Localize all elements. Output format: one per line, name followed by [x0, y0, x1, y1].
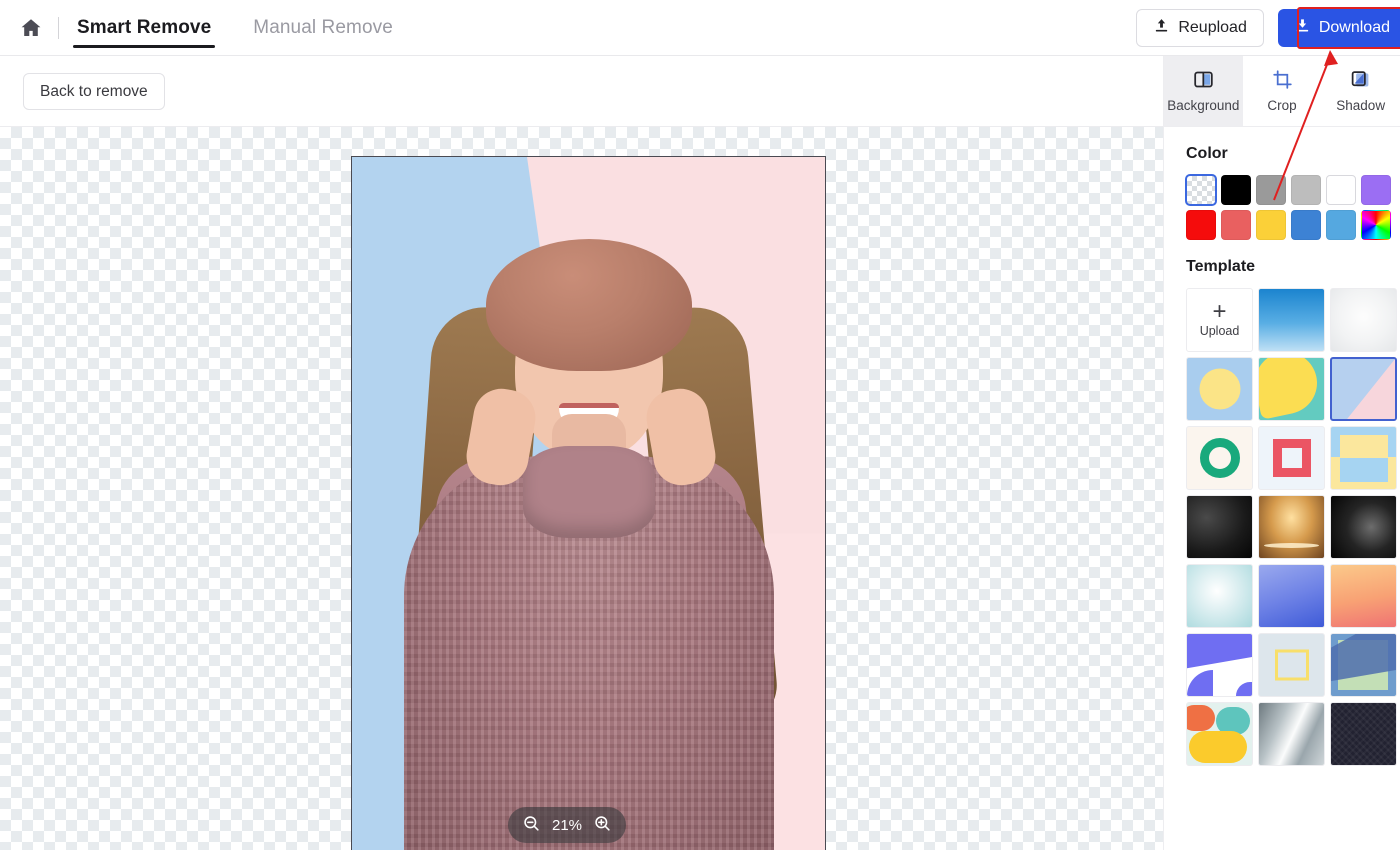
color-swatch-yellow[interactable] — [1256, 210, 1286, 240]
template-yellow-blue-blocks[interactable] — [1330, 426, 1397, 490]
canvas-area[interactable]: 21% — [0, 127, 1163, 850]
template-frost-sparkle[interactable] — [1186, 564, 1253, 628]
color-swatch-purple[interactable] — [1361, 175, 1391, 205]
template-blue-green-geometric[interactable] — [1330, 633, 1397, 697]
template-silver-metallic[interactable] — [1258, 702, 1325, 766]
template-blue-pink-diagonal[interactable] — [1330, 357, 1397, 421]
tab-manual-remove-label: Manual Remove — [253, 17, 393, 39]
color-swatch-light-gray[interactable] — [1291, 175, 1321, 205]
color-swatch-salmon[interactable] — [1221, 210, 1251, 240]
back-to-remove-label: Back to remove — [40, 83, 148, 101]
tab-shadow-label: Shadow — [1336, 98, 1385, 113]
template-yellow-blob-on-teal[interactable] — [1258, 357, 1325, 421]
image-preview[interactable] — [351, 156, 826, 850]
color-swatch-red[interactable] — [1186, 210, 1216, 240]
tab-background-label: Background — [1167, 98, 1239, 113]
color-swatch-transparent[interactable] — [1186, 175, 1216, 205]
top-bar: Smart Remove Manual Remove Reupload — [0, 0, 1400, 56]
subject-photo — [374, 157, 804, 850]
template-section-title: Template — [1164, 240, 1400, 276]
upload-icon — [1153, 17, 1170, 39]
template-blue-purple-gradient[interactable] — [1258, 564, 1325, 628]
tab-crop-label: Crop — [1267, 98, 1296, 113]
color-swatch-rainbow-picker[interactable] — [1361, 210, 1391, 240]
template-white-radial[interactable] — [1330, 288, 1397, 352]
template-purple-shapes[interactable] — [1186, 633, 1253, 697]
download-button[interactable]: Download — [1278, 9, 1400, 47]
template-black-silk[interactable] — [1186, 495, 1253, 559]
zoom-in-icon[interactable] — [593, 814, 612, 837]
download-icon — [1294, 17, 1311, 39]
crop-icon — [1272, 69, 1293, 93]
template-yellow-circle-on-blue[interactable] — [1186, 357, 1253, 421]
template-dark-radial[interactable] — [1330, 495, 1397, 559]
sub-bar: Back to remove — [0, 56, 1163, 127]
template-gold-bokeh[interactable] — [1258, 495, 1325, 559]
background-icon — [1193, 69, 1214, 93]
template-yellow-square-outline[interactable] — [1258, 633, 1325, 697]
mode-tabs: Smart Remove Manual Remove — [73, 0, 397, 56]
home-icon[interactable] — [18, 15, 44, 41]
panel-tabs: Background Crop Shadow — [1164, 56, 1400, 127]
tab-smart-remove[interactable]: Smart Remove — [73, 0, 215, 56]
color-swatch-list — [1164, 163, 1400, 240]
app-root: Smart Remove Manual Remove Reupload — [0, 0, 1400, 850]
tab-manual-remove[interactable]: Manual Remove — [249, 0, 397, 56]
template-grid: + Upload — [1164, 276, 1400, 766]
top-bar-actions: Reupload Download — [1136, 9, 1400, 47]
color-swatch-blue[interactable] — [1291, 210, 1321, 240]
right-panel: Background Crop Shadow — [1163, 56, 1400, 850]
plus-icon: + — [1212, 302, 1226, 322]
template-orange-peach-gradient[interactable] — [1330, 564, 1397, 628]
color-swatch-light-blue[interactable] — [1326, 210, 1356, 240]
reupload-label: Reupload — [1178, 19, 1247, 37]
color-swatch-gray[interactable] — [1256, 175, 1286, 205]
divider — [58, 17, 59, 39]
tab-background[interactable]: Background — [1164, 56, 1243, 126]
template-dark-navy-texture[interactable] — [1330, 702, 1397, 766]
template-green-ring[interactable] — [1186, 426, 1253, 490]
template-upload-button[interactable]: + Upload — [1186, 288, 1253, 352]
zoom-out-icon[interactable] — [522, 814, 541, 837]
shadow-icon — [1350, 69, 1371, 93]
back-to-remove-button[interactable]: Back to remove — [23, 73, 165, 110]
template-red-square-outline[interactable] — [1258, 426, 1325, 490]
tab-shadow[interactable]: Shadow — [1321, 56, 1400, 126]
color-section-title: Color — [1164, 127, 1400, 163]
template-upload-label: Upload — [1200, 324, 1240, 338]
tab-smart-remove-label: Smart Remove — [77, 17, 211, 39]
template-colorful-blobs[interactable] — [1186, 702, 1253, 766]
tab-crop[interactable]: Crop — [1243, 56, 1322, 126]
download-label: Download — [1319, 19, 1390, 37]
color-swatch-black[interactable] — [1221, 175, 1251, 205]
zoom-level-label: 21% — [552, 817, 582, 834]
reupload-button[interactable]: Reupload — [1136, 9, 1264, 47]
template-blue-gradient[interactable] — [1258, 288, 1325, 352]
color-swatch-white[interactable] — [1326, 175, 1356, 205]
zoom-control[interactable]: 21% — [508, 807, 626, 843]
beret-hat — [486, 239, 692, 371]
sweater-collar — [523, 446, 655, 538]
